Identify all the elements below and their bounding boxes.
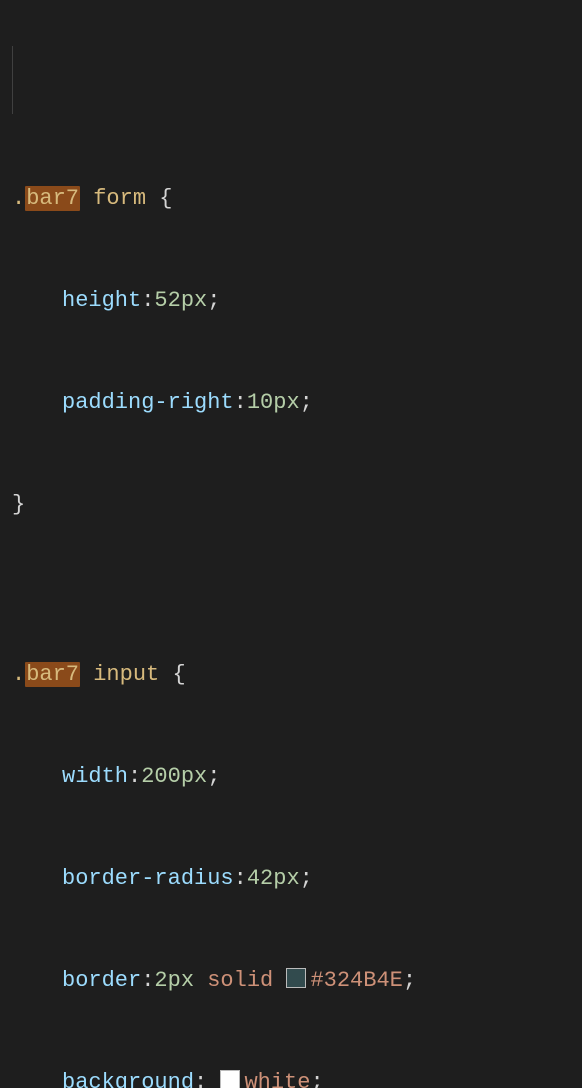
code-line[interactable]: .bar7 form { — [12, 182, 574, 216]
css-property: border — [62, 968, 141, 993]
code-line[interactable]: background: white; — [12, 1066, 574, 1088]
css-number: 42 — [247, 866, 273, 891]
selector-dot: . — [12, 186, 25, 211]
css-number: 200 — [141, 764, 181, 789]
css-number: 10 — [247, 390, 273, 415]
css-unit: px — [181, 764, 207, 789]
css-number: 52 — [154, 288, 180, 313]
close-brace: } — [12, 492, 25, 517]
open-brace: { — [172, 662, 185, 687]
code-line[interactable]: .bar7 input { — [12, 658, 574, 692]
code-line[interactable]: border:2px solid #324B4E; — [12, 964, 574, 998]
css-unit: px — [273, 866, 299, 891]
css-property: border-radius — [62, 866, 234, 891]
selector-highlight: bar7 — [25, 662, 80, 687]
code-line[interactable]: width:200px; — [12, 760, 574, 794]
color-swatch-icon[interactable] — [286, 968, 306, 988]
code-line[interactable]: } — [12, 488, 574, 522]
css-property: background — [62, 1070, 194, 1088]
selector-rest: form — [80, 186, 146, 211]
css-property: padding-right — [62, 390, 234, 415]
css-property: width — [62, 764, 128, 789]
selector-highlight: bar7 — [25, 186, 80, 211]
indent-guide — [12, 46, 13, 114]
css-property: height — [62, 288, 141, 313]
open-brace: { — [159, 186, 172, 211]
css-number: 2 — [154, 968, 167, 993]
css-unit: px — [181, 288, 207, 313]
code-line[interactable]: padding-right:10px; — [12, 386, 574, 420]
code-line[interactable]: height:52px; — [12, 284, 574, 318]
css-keyword: solid — [194, 968, 286, 993]
code-editor[interactable]: .bar7 form { height:52px; padding-right:… — [0, 0, 582, 1088]
color-swatch-icon[interactable] — [220, 1070, 240, 1088]
code-line[interactable]: border-radius:42px; — [12, 862, 574, 896]
css-unit: px — [168, 968, 194, 993]
css-color: #324B4E — [310, 968, 402, 993]
css-unit: px — [273, 390, 299, 415]
selector-rest: input — [80, 662, 159, 687]
css-keyword: white — [244, 1070, 310, 1088]
selector-dot: . — [12, 662, 25, 687]
